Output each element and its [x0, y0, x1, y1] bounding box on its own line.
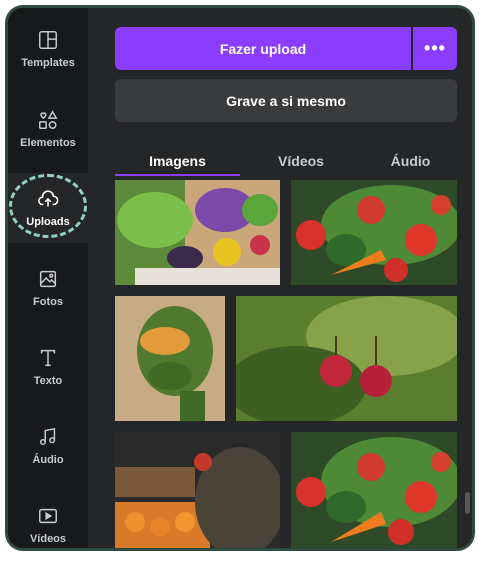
music-note-icon	[39, 427, 56, 446]
sidebar-item-templates[interactable]: Templates	[8, 14, 88, 84]
record-yourself-button[interactable]: Grave a si mesmo	[115, 79, 457, 122]
image-thumbnail[interactable]	[291, 432, 457, 548]
elements-icon	[39, 110, 58, 129]
scrollbar[interactable]	[465, 492, 470, 514]
sidebar-item-videos[interactable]: Vídeos	[8, 490, 88, 548]
sidebar-item-text[interactable]: Texto	[8, 332, 88, 402]
uploads-highlight-ring	[9, 174, 87, 238]
image-thumbnail[interactable]	[115, 296, 225, 421]
tab-videos[interactable]: Vídeos	[256, 148, 346, 174]
tab-audio[interactable]: Áudio	[368, 148, 453, 174]
sidebar-item-label: Elementos	[20, 137, 76, 149]
uploads-panel: Fazer upload ••• Grave a si mesmo Imagen…	[88, 8, 472, 548]
sidebar-item-audio[interactable]: Áudio	[8, 411, 88, 481]
image-thumbnail[interactable]	[115, 180, 280, 285]
image-thumbnail[interactable]	[291, 180, 457, 285]
sidebar-item-photos[interactable]: Fotos	[8, 253, 88, 323]
tab-images[interactable]: Imagens	[115, 148, 240, 176]
image-icon	[39, 270, 57, 288]
sidebar-item-label: Fotos	[33, 296, 63, 308]
app-frame: Templates Elementos Uploads Fotos Texto …	[5, 5, 475, 551]
sidebar: Templates Elementos Uploads Fotos Texto …	[8, 8, 88, 548]
templates-icon	[39, 31, 57, 49]
sidebar-item-label: Áudio	[32, 454, 64, 466]
image-thumbnail[interactable]	[115, 432, 280, 548]
text-icon	[40, 349, 56, 367]
video-icon	[39, 508, 57, 524]
image-thumbnail[interactable]	[236, 296, 457, 421]
upload-button[interactable]: Fazer upload	[115, 27, 411, 70]
sidebar-item-label: Templates	[21, 57, 75, 69]
more-options-button[interactable]: •••	[413, 27, 457, 70]
sidebar-item-label: Texto	[33, 375, 63, 387]
sidebar-item-label: Vídeos	[29, 533, 67, 545]
sidebar-item-elements[interactable]: Elementos	[8, 94, 88, 164]
